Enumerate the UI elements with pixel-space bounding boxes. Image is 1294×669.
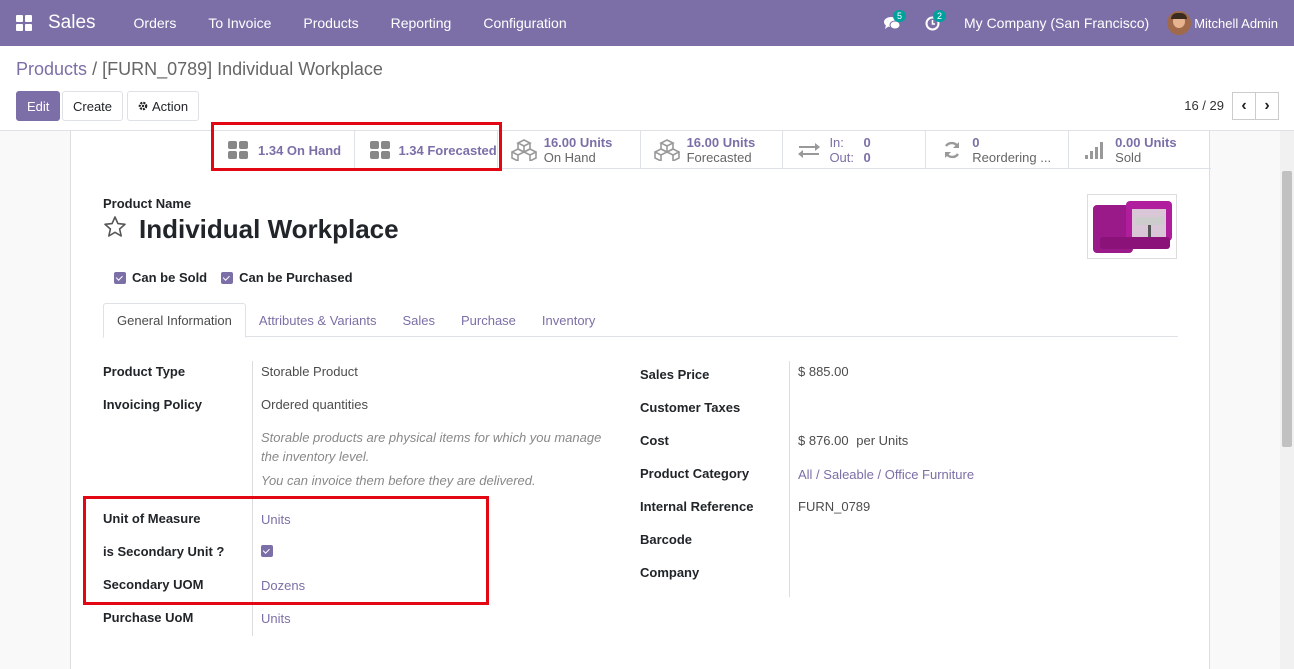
- product-category-label: Product Category: [640, 466, 750, 481]
- tab-attributes-variants[interactable]: Attributes & Variants: [246, 303, 390, 337]
- messages-systray[interactable]: 5: [872, 0, 912, 46]
- barcode-label: Barcode: [640, 532, 693, 547]
- refresh-icon: [938, 140, 966, 160]
- company-label: Company: [640, 565, 700, 580]
- product-category-field[interactable]: All / Saleable / Office Furniture: [798, 467, 974, 482]
- product-name[interactable]: Individual Workplace: [139, 214, 399, 245]
- in-value: 0: [863, 135, 871, 150]
- exchange-icon: [795, 141, 823, 159]
- app-brand[interactable]: Sales: [48, 12, 96, 34]
- invoicing-policy-label: Invoicing Policy: [103, 397, 202, 412]
- messages-badge: 5: [893, 10, 907, 22]
- tab-inventory[interactable]: Inventory: [529, 303, 608, 337]
- can-be-sold-label: Can be Sold: [132, 270, 208, 285]
- product-image[interactable]: [1087, 194, 1177, 259]
- invoicing-policy-field[interactable]: Ordered quantities: [261, 397, 368, 412]
- page-scrollbar[interactable]: [1280, 131, 1294, 669]
- sold-label: Sold: [1115, 150, 1142, 165]
- can-be-purchased-label: Can be Purchased: [239, 270, 353, 285]
- internal-reference-field[interactable]: FURN_0789: [798, 499, 870, 514]
- units-forecasted-value: 16.00 Units: [686, 135, 756, 150]
- menu-to-invoice[interactable]: To Invoice: [192, 0, 287, 46]
- activities-badge: 2: [933, 10, 947, 22]
- signal-icon: [1081, 141, 1109, 159]
- user-avatar[interactable]: [1167, 11, 1192, 35]
- in-out-button[interactable]: In: 0 Out: 0: [782, 131, 925, 169]
- edit-button[interactable]: Edit: [16, 91, 61, 121]
- sold-button[interactable]: 0.00 Units Sold: [1068, 131, 1211, 169]
- highlight-box-on-hand: [211, 122, 502, 171]
- sales-price-label: Sales Price: [640, 367, 710, 382]
- notebook-tabs: General Information Attributes & Variant…: [103, 303, 1178, 338]
- action-button[interactable]: Action: [127, 91, 200, 121]
- breadcrumb-separator: /: [92, 59, 98, 79]
- top-navbar: Sales Orders To Invoice Products Reporti…: [0, 0, 1294, 46]
- product-checkboxes: Can be Sold Can be Purchased: [114, 270, 353, 285]
- can-be-sold-checkbox[interactable]: [114, 271, 126, 284]
- units-on-hand-label: On Hand: [543, 150, 596, 165]
- sold-value: 0.00 Units: [1115, 135, 1177, 150]
- menu-reporting[interactable]: Reporting: [375, 0, 468, 46]
- units-forecasted-button[interactable]: 16.00 Units Forecasted: [639, 131, 783, 169]
- apps-menu-icon[interactable]: [0, 0, 48, 46]
- right-group-divider: [789, 361, 790, 597]
- out-label: Out:: [829, 150, 855, 165]
- tab-sales[interactable]: Sales: [389, 303, 448, 337]
- product-name-label: Product Name: [103, 196, 192, 211]
- cost-unit: per Units: [856, 433, 909, 448]
- favorite-star-icon[interactable]: [103, 215, 127, 242]
- pager-value[interactable]: 16 / 29: [1184, 98, 1224, 113]
- pager-previous-button[interactable]: ‹: [1232, 92, 1256, 120]
- product-type-label: Product Type: [103, 364, 186, 379]
- units-forecasted-label: Forecasted: [686, 150, 752, 165]
- sales-price-field[interactable]: $ 885.00: [798, 364, 849, 379]
- menu-configuration[interactable]: Configuration: [467, 0, 582, 46]
- control-panel: Products / [FURN_0789] Individual Workpl…: [0, 46, 1294, 131]
- in-label: In:: [829, 135, 844, 150]
- cubes-icon: [653, 139, 681, 161]
- customer-taxes-label: Customer Taxes: [640, 400, 741, 415]
- cost-value: $ 876.00: [798, 433, 849, 448]
- cost-field[interactable]: $ 876.00 per Units: [798, 433, 908, 448]
- breadcrumb-current: [FURN_0789] Individual Workplace: [102, 59, 383, 79]
- tab-general-information[interactable]: General Information: [103, 303, 246, 338]
- create-button[interactable]: Create: [62, 91, 124, 121]
- internal-reference-label: Internal Reference: [640, 499, 754, 514]
- product-type-help: Storable products are physical items for…: [261, 430, 602, 464]
- action-label: Action: [152, 98, 189, 114]
- breadcrumb: Products / [FURN_0789] Individual Workpl…: [16, 59, 383, 80]
- company-switcher[interactable]: My Company (San Francisco): [952, 15, 1167, 31]
- chevron-right-icon: ›: [1264, 97, 1270, 114]
- reordering-label: Reordering ...: [972, 150, 1052, 165]
- menu-products[interactable]: Products: [287, 0, 374, 46]
- product-type-field[interactable]: Storable Product: [261, 364, 358, 379]
- can-be-purchased-checkbox[interactable]: [221, 271, 234, 284]
- tab-purchase[interactable]: Purchase: [448, 303, 529, 337]
- purchase-uom-field[interactable]: Units: [261, 611, 291, 626]
- cubes-icon: [510, 139, 538, 161]
- cost-label: Cost: [640, 433, 669, 448]
- scrollbar-thumb[interactable]: [1282, 171, 1292, 447]
- breadcrumb-products-link[interactable]: Products: [16, 59, 87, 79]
- out-value: 0: [863, 150, 871, 165]
- units-on-hand-button[interactable]: 16.00 Units On Hand: [496, 131, 640, 169]
- invoicing-policy-help: You can invoice them before they are del…: [261, 473, 536, 488]
- reordering-value: 0: [972, 135, 980, 150]
- highlight-box-uom: [83, 496, 489, 605]
- menu-orders[interactable]: Orders: [118, 0, 193, 46]
- gear-icon: [138, 101, 148, 111]
- chevron-left-icon: ‹: [1241, 97, 1247, 114]
- units-on-hand-value: 16.00 Units: [543, 135, 613, 150]
- reordering-button[interactable]: 0 Reordering ...: [925, 131, 1068, 169]
- user-menu[interactable]: Mitchell Admin: [1194, 16, 1278, 31]
- activities-systray[interactable]: 2: [912, 0, 952, 46]
- purchase-uom-label: Purchase UoM: [103, 610, 194, 625]
- pager-next-button[interactable]: ›: [1255, 92, 1279, 120]
